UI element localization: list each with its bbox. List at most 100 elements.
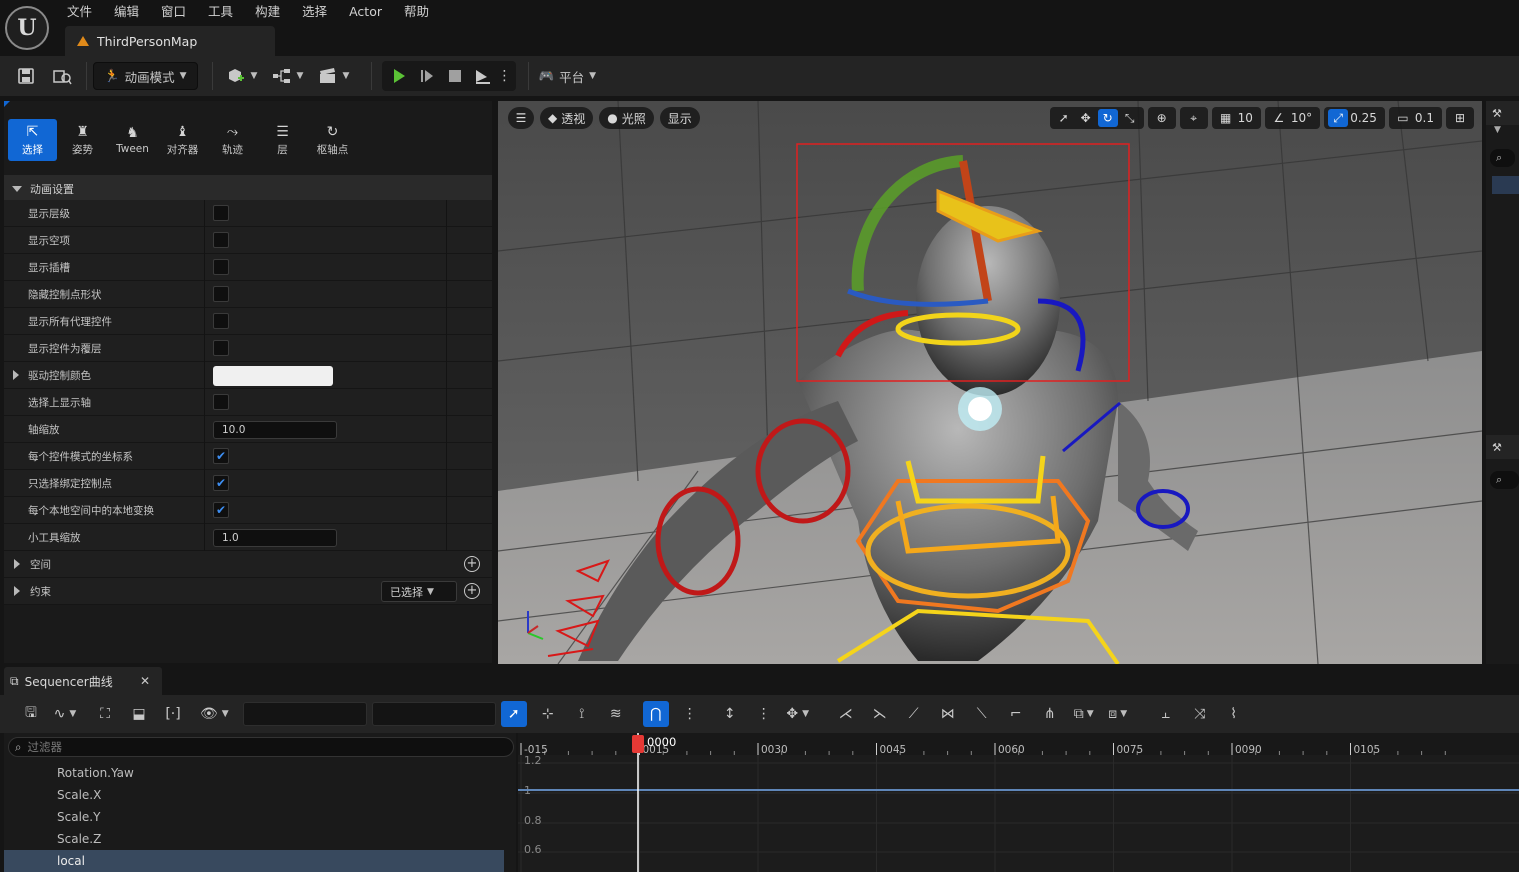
menu-item-5[interactable]: 选择 (291, 0, 338, 24)
constraint-section[interactable]: 约束 已选择 ▼ + (4, 578, 492, 605)
visibility-eye-button[interactable]: 👁 ▼ (200, 701, 229, 727)
setting-number-field[interactable]: 1.0 (213, 529, 337, 547)
anim-settings-header[interactable]: 动画设置 (4, 175, 492, 202)
add-circle-icon[interactable]: + (464, 583, 480, 599)
straighten-tangents-icon[interactable]: ⤨ (1187, 701, 1213, 727)
browse-icon[interactable] (44, 62, 80, 90)
outliner-visibility-icon[interactable] (1492, 176, 1519, 194)
setting-checkbox[interactable] (213, 286, 229, 302)
outliner-dropdown-icon[interactable]: ▼ (1486, 125, 1519, 147)
tool-tab-6[interactable]: ↻ 枢轴点 (308, 119, 357, 161)
snap-options-icon[interactable]: ⋮ (677, 701, 703, 727)
cinematics-button[interactable]: ▼ (311, 62, 357, 90)
setting-checkbox[interactable]: ✔ (213, 475, 229, 491)
setting-checkbox[interactable] (213, 394, 229, 410)
move-keys-button[interactable]: ✥ ▼ (785, 701, 811, 727)
lighting-button[interactable]: ● 光照 (599, 107, 654, 129)
post-infinity-button[interactable]: ⧈ ▼ (1105, 701, 1131, 727)
menu-item-3[interactable]: 工具 (197, 0, 244, 24)
tool-tab-4[interactable]: ⤳ 轨迹 (208, 119, 257, 161)
add-circle-icon[interactable]: + (464, 556, 480, 572)
setting-checkbox[interactable] (213, 340, 229, 356)
expand-arrow-icon[interactable] (13, 370, 19, 380)
viewport-layout-button[interactable]: ⊞ (1446, 107, 1474, 129)
perspective-button[interactable]: ◆ 透视 (540, 107, 594, 129)
viewport-menu-icon[interactable]: ☰ (508, 107, 534, 129)
stop-icon[interactable] (442, 62, 468, 90)
setting-checkbox[interactable]: ✔ (213, 502, 229, 518)
tangent-weighted-icon[interactable]: ⋔ (1037, 701, 1063, 727)
move-icon[interactable]: ✥ (1076, 109, 1096, 127)
eject-icon[interactable] (470, 62, 496, 90)
document-tab[interactable]: ThirdPersonMap (65, 26, 275, 56)
tool-tab-2[interactable]: ♞ Tween (108, 119, 157, 161)
constraint-selection-dropdown[interactable]: 已选择 ▼ (381, 581, 457, 602)
sequencer-curves-tab[interactable]: ⧉ Sequencer曲线 ✕ (4, 667, 162, 695)
curve-view-mode-button[interactable]: ∿ ▼ (52, 701, 78, 727)
filter-search-box[interactable]: ⌕ 过滤器 (8, 737, 514, 757)
focus-selected-icon[interactable]: ⛶ (92, 701, 118, 727)
menu-item-7[interactable]: 帮助 (393, 0, 440, 24)
show-button[interactable]: 显示 (659, 107, 700, 129)
play-icon[interactable] (386, 62, 412, 90)
menu-item-2[interactable]: 窗口 (150, 0, 197, 24)
tangent-user-icon[interactable]: ⟋ (901, 701, 927, 727)
details-tab[interactable]: ⚒ (1486, 435, 1519, 459)
transform-tool-icon[interactable]: ⊹ (535, 701, 561, 727)
save-icon[interactable] (8, 62, 44, 90)
world-local-toggle[interactable]: ⊕ (1147, 107, 1176, 129)
axis-snap-icon[interactable]: ↕ (717, 701, 743, 727)
tool-tab-3[interactable]: ♝ 对齐器 (158, 119, 207, 161)
setting-checkbox[interactable] (213, 259, 229, 275)
rotation-snap-group[interactable]: ∠ 10° (1264, 107, 1321, 129)
outliner-tab[interactable]: ⚒ (1486, 101, 1519, 125)
surface-snap-toggle[interactable]: ⌖ (1179, 107, 1208, 129)
color-swatch[interactable] (213, 366, 333, 386)
menu-item-4[interactable]: 构建 (244, 0, 291, 24)
tool-tab-5[interactable]: ☰ 层 (258, 119, 307, 161)
camera-speed-group[interactable]: ▭ 0.1 (1388, 107, 1442, 129)
scale-snap-group[interactable]: ⤢ 0.25 (1324, 107, 1385, 129)
menu-item-1[interactable]: 编辑 (103, 0, 150, 24)
key-value-field[interactable] (371, 702, 496, 726)
unreal-logo-icon[interactable]: U (5, 6, 49, 50)
close-icon[interactable]: ✕ (140, 674, 150, 688)
setting-checkbox[interactable] (213, 205, 229, 221)
snap-magnet-icon[interactable]: ⋂ (642, 701, 669, 727)
tangent-auto-icon[interactable]: ⋌ (833, 701, 859, 727)
flatten-tangents-icon[interactable]: ⫠ (1153, 701, 1179, 727)
blueprint-button[interactable]: ▼ (265, 62, 311, 90)
scale-icon[interactable]: ⤡ (1120, 109, 1140, 127)
curve-filter-icon[interactable]: ⌇ (1221, 701, 1247, 727)
tangent-constant-icon[interactable]: ⌐ (1003, 701, 1029, 727)
tool-tab-0[interactable]: ⇱ 选择 (8, 119, 57, 161)
mode-select-button[interactable]: 🏃 动画模式 ▼ (93, 62, 198, 90)
space-section[interactable]: 空间 + (4, 551, 492, 578)
rotate-icon[interactable]: ↻ (1097, 109, 1118, 127)
curve-graph[interactable]: -01500150030004500600075009001051.210.80… (518, 733, 1519, 872)
platform-button[interactable]: 🎮 平台 ▼ (539, 62, 597, 90)
tangent-break-icon[interactable]: ⋈ (935, 701, 961, 727)
more-icon[interactable]: ⋮ (751, 701, 777, 727)
tangent-linear-icon[interactable]: ⟍ (969, 701, 995, 727)
level-viewport[interactable]: ☰ ◆ 透视 ● 光照 显示 ➚ ✥ ↻ ⤡ ⊕ ⌖ ▦ 10 ∠ 10° ⤢ … (498, 101, 1482, 664)
tool-tab-1[interactable]: ♜ 姿势 (58, 119, 107, 161)
menu-item-0[interactable]: 文件 (56, 0, 103, 24)
focus-all-icon[interactable]: [·] (160, 701, 186, 727)
step-icon[interactable] (414, 62, 440, 90)
outliner-search-icon[interactable]: ⌕ (1490, 149, 1515, 167)
setting-checkbox[interactable]: ✔ (213, 448, 229, 464)
track-item[interactable]: Rotation.Yaw (4, 762, 504, 784)
focus-playback-icon[interactable]: ⬓ (126, 701, 152, 727)
select-arrow-icon[interactable]: ➚ (1054, 109, 1074, 127)
grid-snap-group[interactable]: ▦ 10 (1211, 107, 1261, 129)
tangent-smart-icon[interactable]: ⋋ (867, 701, 893, 727)
menu-item-6[interactable]: Actor (338, 0, 393, 24)
setting-checkbox[interactable] (213, 313, 229, 329)
retime-tool-icon[interactable]: ⟟ (569, 701, 595, 727)
details-search-icon[interactable]: ⌕ (1490, 471, 1519, 489)
track-item[interactable]: Scale.Z (4, 828, 504, 850)
setting-number-field[interactable]: 10.0 (213, 421, 337, 439)
track-item[interactable]: Scale.Y (4, 806, 504, 828)
track-item[interactable]: local (4, 850, 504, 872)
